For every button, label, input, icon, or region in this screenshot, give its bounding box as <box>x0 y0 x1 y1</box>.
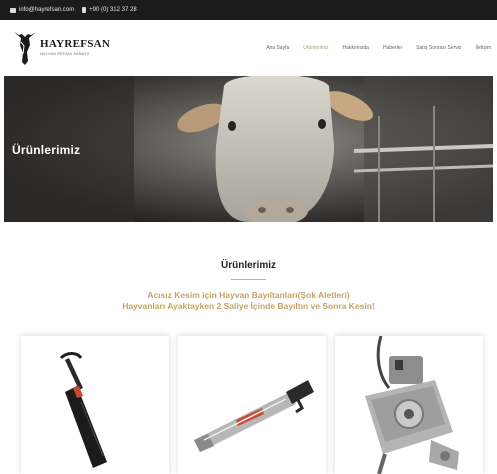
nav-item-home[interactable]: Ana Sayfa <box>266 45 289 51</box>
envelope-icon <box>10 7 16 13</box>
nav-item-about[interactable]: Hakkımızda <box>343 45 369 51</box>
product-card-2[interactable] <box>178 335 326 474</box>
stun-tool-handle-image <box>59 352 107 468</box>
top-bar: info@hayrefsan.com +90 (0) 312 37 28 <box>0 0 497 20</box>
nav-item-contact[interactable]: İletişim <box>475 45 491 51</box>
product-card-1[interactable] <box>21 335 169 474</box>
email-link[interactable]: info@hayrefsan.com <box>10 7 74 13</box>
phone-text: +90 (0) 312 37 28 <box>89 7 137 13</box>
main-nav: Ana Sayfa Ürünlerimiz Hakkımızda Haberle… <box>266 45 491 51</box>
section-subtitle: Acısız Kesim için Hayvan Bayıltanları(Şo… <box>0 290 497 312</box>
site-header: HAYREFSAN HAYVAN REFAHI SANAYİİ Ana Sayf… <box>0 20 497 76</box>
nav-item-service[interactable]: Satış Sonrası Servis <box>416 45 461 51</box>
phone-icon <box>82 7 87 13</box>
product-card-3[interactable] <box>335 335 483 474</box>
captive-bolt-pistol-image <box>194 380 314 452</box>
nav-item-news[interactable]: Haberler <box>383 45 402 51</box>
title-divider <box>231 279 266 280</box>
brand-name: HAYREFSAN <box>40 38 111 50</box>
email-text: info@hayrefsan.com <box>19 7 75 13</box>
brand-tagline: HAYVAN REFAHI SANAYİİ <box>40 52 90 56</box>
hero-title: Ürünlerimiz <box>12 143 81 157</box>
nav-item-products[interactable]: Ürünlerimiz <box>303 45 328 51</box>
bull-head-icon <box>14 32 36 65</box>
pneumatic-stunner-image <box>365 336 459 474</box>
hero-banner: Ürünlerimiz <box>4 76 493 222</box>
logo[interactable]: HAYREFSAN HAYVAN REFAHI SANAYİİ <box>12 28 132 68</box>
subtitle-line-1: Acısız Kesim için Hayvan Bayıltanları(Şo… <box>147 290 350 300</box>
subtitle-line-2: Hayvanları Ayaktayken 2 Saliye İçinde Ba… <box>122 301 375 311</box>
section-title: Ürünlerimiz <box>220 260 276 271</box>
phone-link[interactable]: +90 (0) 312 37 28 <box>82 7 137 13</box>
